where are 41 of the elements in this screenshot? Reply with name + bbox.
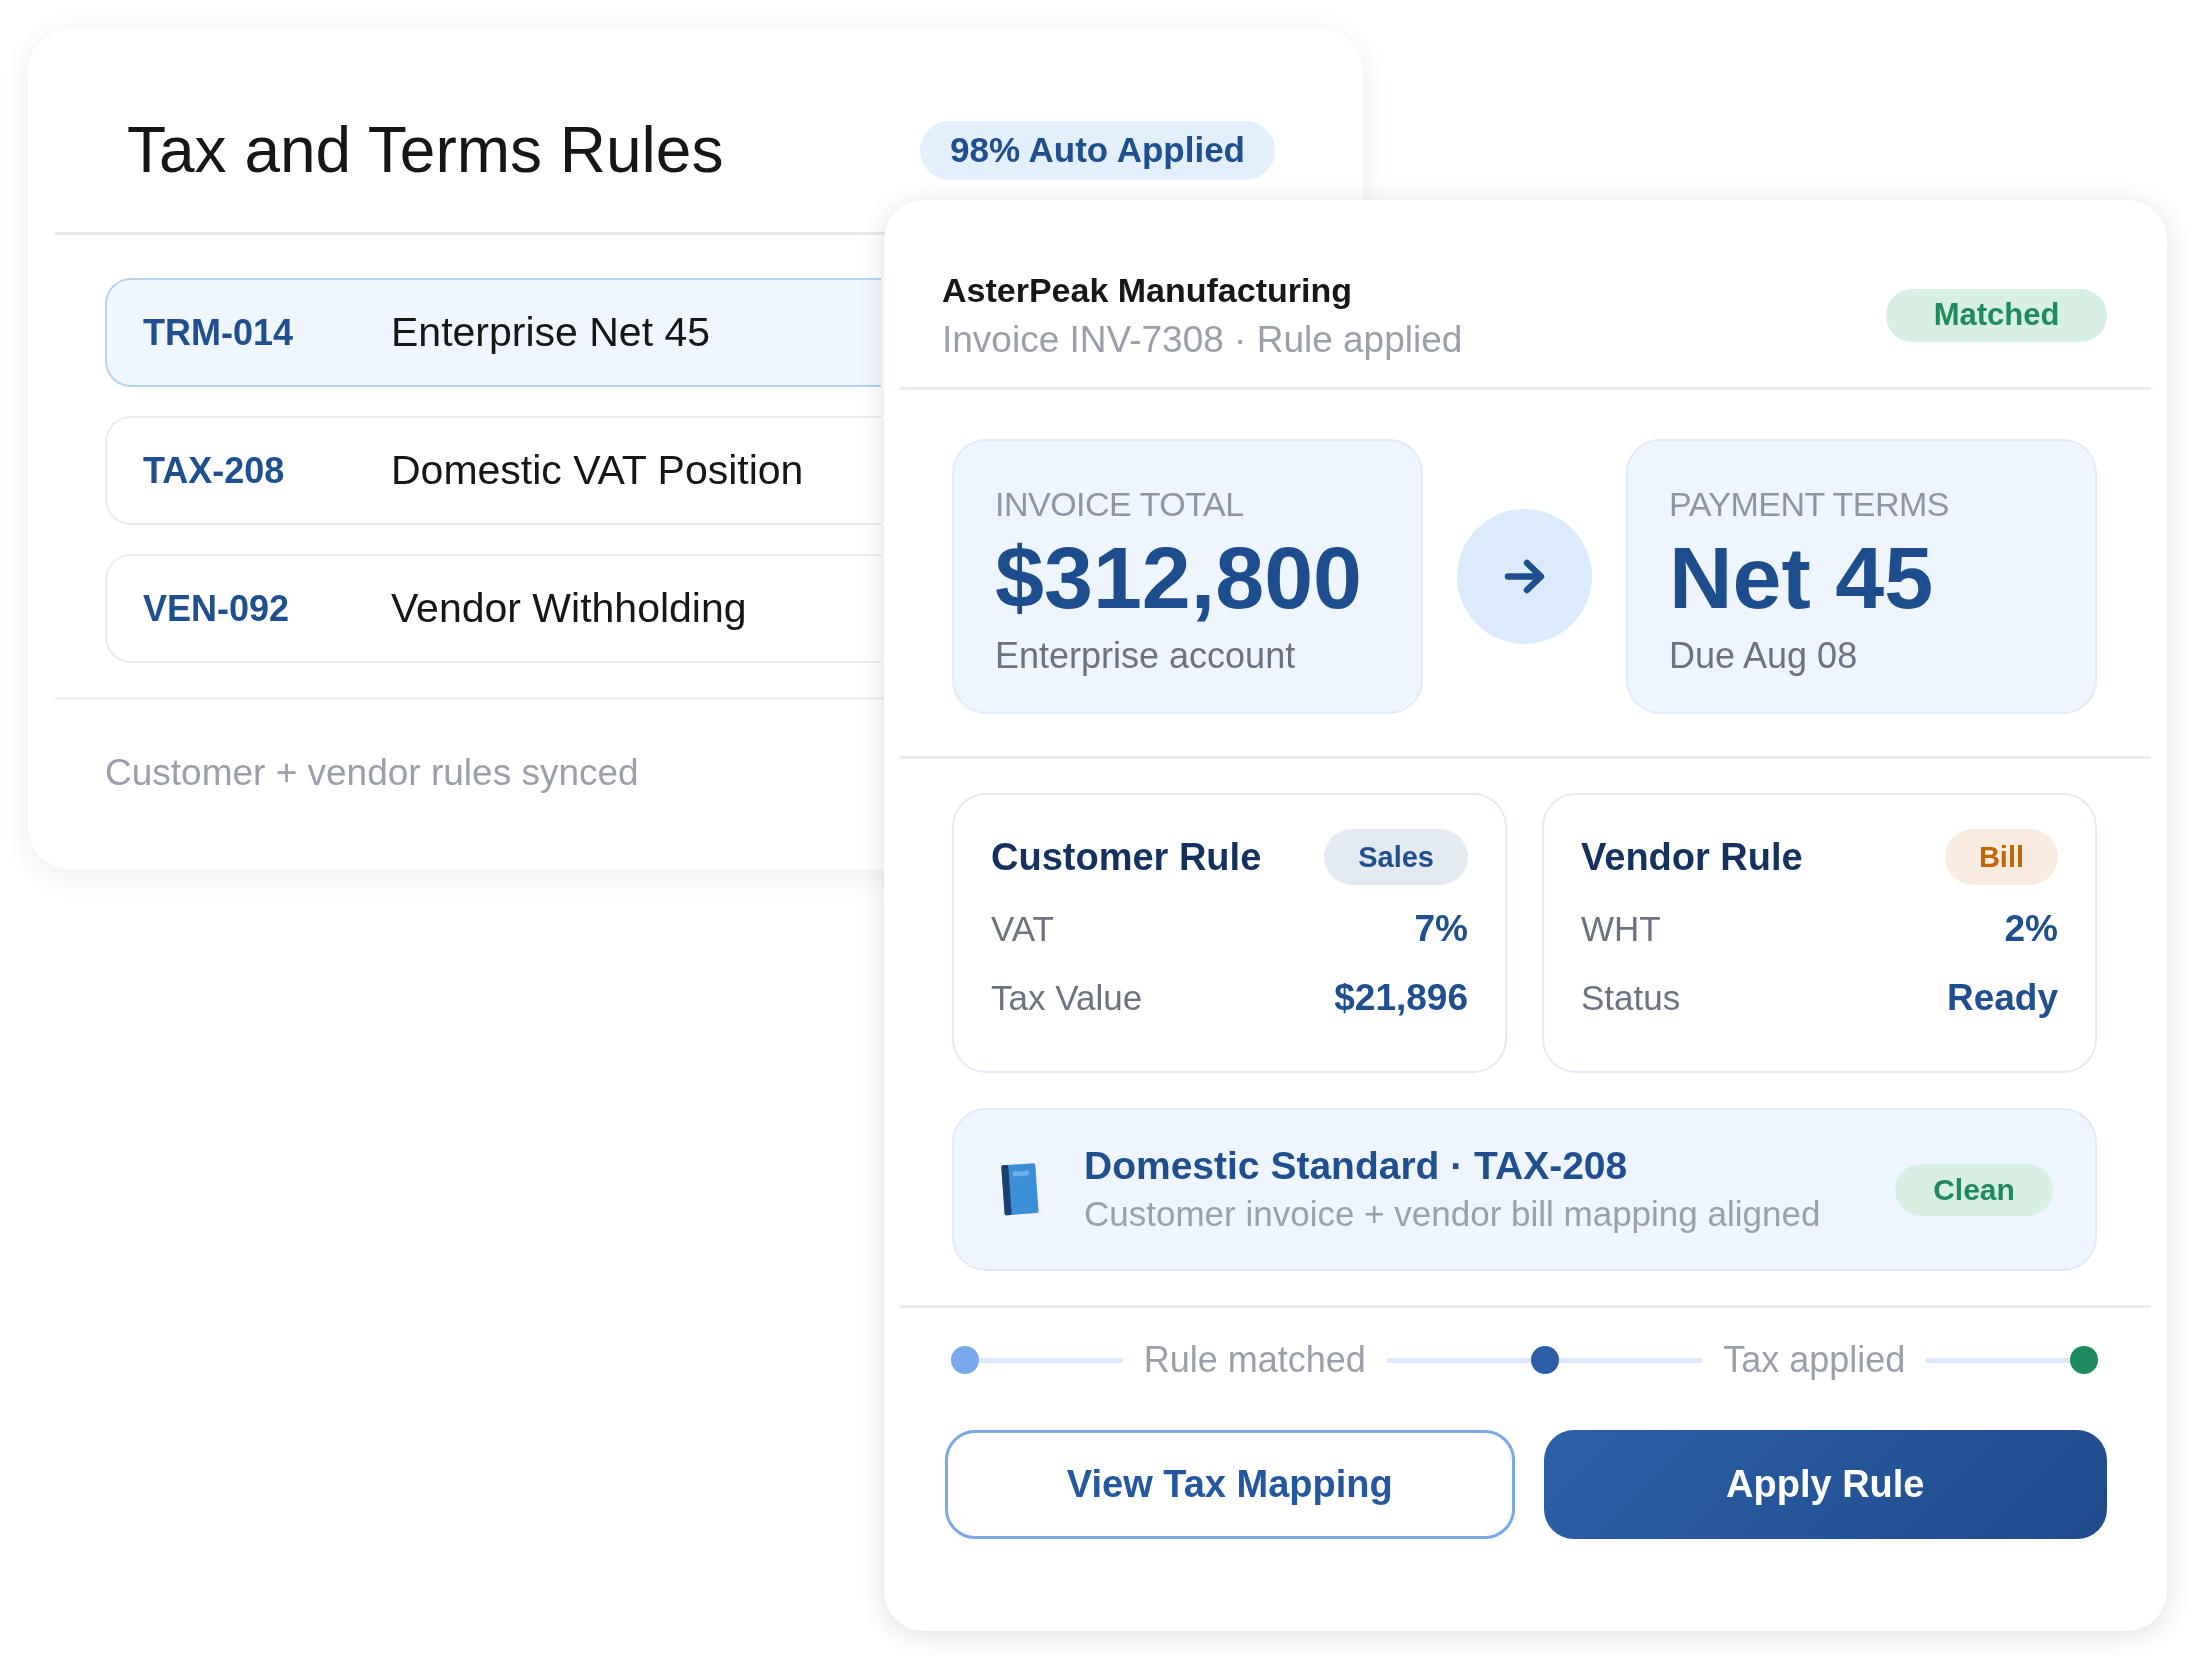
field-label: WHT — [1581, 909, 1661, 949]
rule-code: TAX-208 — [143, 449, 286, 492]
step-label: Rule matched — [1143, 1339, 1366, 1381]
status-badge: Matched — [1886, 288, 2107, 342]
field-value: 2% — [2004, 908, 2058, 950]
auto-applied-badge: 98% Auto Applied — [920, 120, 1275, 180]
field-value: Ready — [1946, 977, 2058, 1019]
field-label: Status — [1581, 978, 1681, 1018]
rule-row[interactable]: TAX-208 Domestic VAT Position — [105, 416, 881, 525]
field-value: $21,896 — [1334, 977, 1468, 1019]
stat-label: PAYMENT TERMS — [1669, 484, 1951, 524]
view-button[interactable]: View Tax Mapping — [945, 1430, 1515, 1539]
mapping-title: Domestic Standard · TAX-208 — [1084, 1143, 1628, 1189]
rule-row[interactable]: TRM-014 Enterprise Net 45 — [105, 278, 881, 387]
rule-tag: Bill — [1944, 829, 2058, 885]
rule-tag: Sales — [1324, 829, 1468, 885]
stat-note: Enterprise account — [995, 634, 1297, 678]
stat-label: INVOICE TOTAL — [995, 484, 1245, 524]
rule-code: TRM-014 — [143, 311, 295, 354]
mapping-description: Customer invoice + vendor bill mapping aligned — [1084, 1193, 1821, 1235]
rule-card-title: Customer Rule — [991, 835, 1262, 879]
apply-button[interactable]: Apply Rule — [1543, 1430, 2107, 1539]
field-label: VAT — [991, 909, 1054, 949]
step-label: Tax applied — [1723, 1339, 1906, 1381]
field-label: Tax Value — [991, 978, 1143, 1018]
stat-note: Due Aug 08 — [1669, 634, 1859, 678]
rule-card-title: Vendor Rule — [1581, 835, 1803, 879]
sync-status-text: Customer + vendor rules synced — [105, 752, 639, 794]
rule-row[interactable]: VEN-092 Vendor Withholding — [105, 554, 881, 663]
company-name: AsterPeak Manufacturing — [942, 269, 1353, 311]
rule-name: Vendor Withholding — [391, 585, 747, 632]
invoice-subtitle: Invoice INV-7308 · Rule applied — [942, 317, 1463, 362]
rule-name: Enterprise Net 45 — [391, 309, 711, 356]
rule-name: Domestic VAT Position — [391, 447, 804, 494]
stat-value: Net 45 — [1669, 532, 1935, 624]
panel-title: Tax and Terms Rules — [127, 113, 724, 188]
rule-code: VEN-092 — [143, 587, 291, 630]
stat-value: $312,800 — [995, 532, 1364, 624]
field-value: 7% — [1414, 908, 1468, 950]
book-icon — [1001, 1161, 1045, 1218]
mapping-status-badge: Clean — [1895, 1163, 2053, 1216]
